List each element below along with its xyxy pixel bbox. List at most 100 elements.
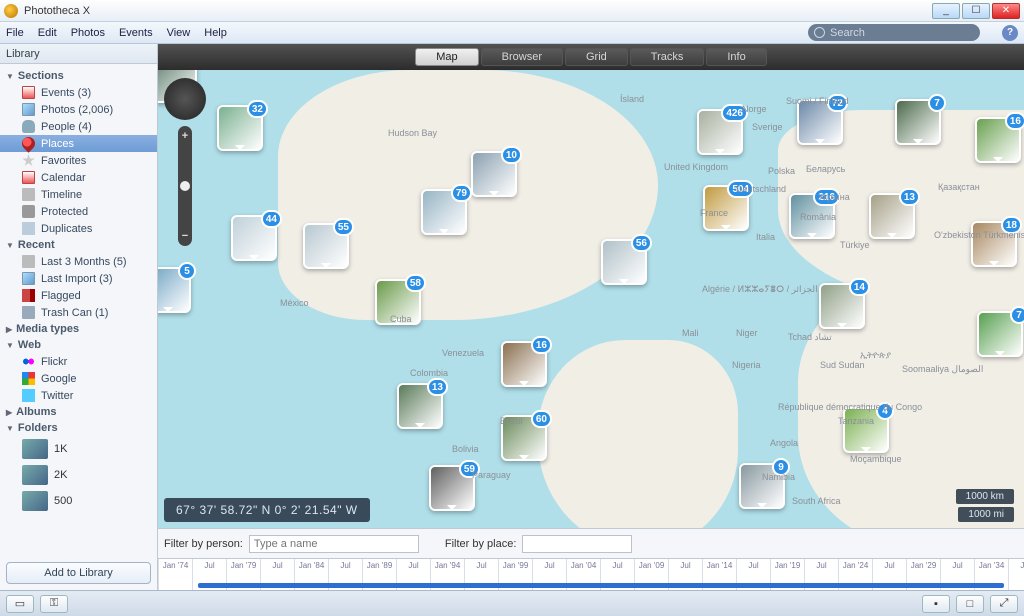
photo-pin[interactable]: 56 <box>601 239 647 285</box>
timeline-selected-range[interactable] <box>198 583 1004 588</box>
sidebar-item[interactable]: Trash Can (1) <box>0 304 157 321</box>
status-key-button[interactable]: ⚿ <box>40 595 68 613</box>
sidebar-folder[interactable]: 500 <box>0 488 157 514</box>
sidebar-item-icon <box>22 86 35 99</box>
sidebar-item[interactable]: Protected <box>0 203 157 220</box>
sidebar-item[interactable]: Calendar <box>0 169 157 186</box>
photo-pin[interactable]: 16 <box>501 341 547 387</box>
sidebar: Library ▼SectionsEvents (3)Photos (2,006… <box>0 44 158 590</box>
sidebar-item[interactable]: Last Import (3) <box>0 270 157 287</box>
search-input[interactable] <box>830 27 972 39</box>
sidebar-group[interactable]: ▼Recent <box>0 237 157 253</box>
menu-events[interactable]: Events <box>119 27 153 39</box>
photo-pin[interactable]: 426 <box>697 109 743 155</box>
sidebar-folder[interactable]: 2K <box>0 462 157 488</box>
menu-help[interactable]: Help <box>204 27 227 39</box>
map-label: France <box>700 208 728 218</box>
map-label: Bolivia <box>452 444 479 454</box>
sidebar-tree[interactable]: ▼Sections Events (3) Photos (2,006)People … <box>0 64 157 556</box>
sidebar-group[interactable]: ▼Sections <box>0 68 157 84</box>
sidebar-group[interactable]: ▶Albums <box>0 404 157 420</box>
window-minimize-button[interactable]: _ <box>932 3 960 19</box>
sidebar-item[interactable]: Events (3) <box>0 84 157 101</box>
photo-pin[interactable]: 4 <box>843 407 889 453</box>
zoom-out-icon[interactable]: − <box>182 230 188 242</box>
sidebar-item[interactable]: Photos (2,006) <box>0 101 157 118</box>
map-label: Suomi / Finland <box>786 96 849 106</box>
sidebar-item-label: Trash Can (1) <box>41 307 108 319</box>
tab-info[interactable]: Info <box>706 48 766 66</box>
sidebar-item[interactable]: Flickr <box>0 353 157 370</box>
search-box[interactable] <box>808 24 980 41</box>
status-thumbnail-button[interactable]: ▭ <box>6 595 34 613</box>
sidebar-item[interactable]: Google <box>0 370 157 387</box>
photo-pin[interactable]: 55 <box>303 223 349 269</box>
map-label: Angola <box>770 438 798 448</box>
pin-count-badge: 16 <box>1005 112 1024 130</box>
map-label: Türkiye <box>840 240 870 250</box>
zoom-in-icon[interactable]: + <box>182 130 188 142</box>
window-close-button[interactable]: ✕ <box>992 3 1020 19</box>
tab-tracks[interactable]: Tracks <box>630 48 705 66</box>
menu-edit[interactable]: Edit <box>38 27 57 39</box>
sidebar-item[interactable]: Flagged <box>0 287 157 304</box>
tab-grid[interactable]: Grid <box>565 48 628 66</box>
pin-count-badge: 32 <box>247 100 268 118</box>
pin-count-badge: 13 <box>427 378 448 396</box>
status-view2-button[interactable]: □ <box>956 595 984 613</box>
sidebar-item[interactable]: Twitter <box>0 387 157 404</box>
pin-count-badge: 79 <box>451 184 472 202</box>
status-fullscreen-button[interactable]: ⤢ <box>990 595 1018 613</box>
photo-pin[interactable]: 18 <box>971 221 1017 267</box>
map-compass[interactable] <box>164 78 206 120</box>
sidebar-group[interactable]: ▼Web <box>0 337 157 353</box>
sidebar-item[interactable]: Timeline <box>0 186 157 203</box>
menubar: File Edit Photos Events View Help ? <box>0 22 1024 44</box>
sidebar-item[interactable]: Favorites <box>0 152 157 169</box>
window-controls: _ ☐ ✕ <box>932 3 1020 19</box>
filter-place-input[interactable] <box>522 535 632 553</box>
menu-photos[interactable]: Photos <box>71 27 105 39</box>
help-icon[interactable]: ? <box>1002 25 1018 41</box>
sidebar-item[interactable]: Duplicates <box>0 220 157 237</box>
tab-map[interactable]: Map <box>415 48 478 66</box>
sidebar-folder[interactable]: 1K <box>0 436 157 462</box>
photo-pin[interactable]: 16 <box>975 117 1021 163</box>
photo-pin[interactable]: 10 <box>471 151 517 197</box>
photo-pin[interactable]: 79 <box>421 189 467 235</box>
status-view1-button[interactable]: ▪ <box>922 595 950 613</box>
sidebar-item[interactable]: Last 3 Months (5) <box>0 253 157 270</box>
photo-pin[interactable]: 7 <box>895 99 941 145</box>
timeline[interactable]: Jan '74JulJan '79JulJan '84JulJan '89Jul… <box>158 558 1024 590</box>
add-to-library-button[interactable]: Add to Library <box>6 562 151 584</box>
photo-pin[interactable]: 9 <box>739 463 785 509</box>
photo-pin[interactable]: 7 <box>977 311 1023 357</box>
sidebar-group[interactable]: ▶Media types <box>0 321 157 337</box>
sidebar-item[interactable]: People (4) <box>0 118 157 135</box>
map-label: Norge <box>742 104 767 114</box>
window-maximize-button[interactable]: ☐ <box>962 3 990 19</box>
photo-pin[interactable]: 32 <box>217 105 263 151</box>
pin-count-badge: 14 <box>849 278 870 296</box>
map-label: Polska <box>768 166 795 176</box>
map-canvas[interactable]: 3324267271610504792161318445556558147161… <box>158 70 1024 528</box>
menu-view[interactable]: View <box>167 27 191 39</box>
photo-pin[interactable]: 44 <box>231 215 277 261</box>
tab-browser[interactable]: Browser <box>481 48 563 66</box>
map-label: Namibia <box>762 472 795 482</box>
sidebar-item-icon <box>19 134 37 152</box>
photo-pin[interactable]: 14 <box>819 283 865 329</box>
map-label: Hudson Bay <box>388 128 437 138</box>
photo-pin[interactable]: 13 <box>397 383 443 429</box>
map-zoom-slider[interactable]: + − <box>178 126 192 246</box>
photo-pin[interactable]: 59 <box>429 465 475 511</box>
photo-pin[interactable]: 13 <box>869 193 915 239</box>
photo-pin[interactable]: 5 <box>158 267 191 313</box>
zoom-knob[interactable] <box>180 181 190 191</box>
sidebar-item-label: Events (3) <box>41 87 91 99</box>
pin-count-badge: 44 <box>261 210 282 228</box>
filter-person-input[interactable] <box>249 535 419 553</box>
sidebar-group[interactable]: ▼Folders <box>0 420 157 436</box>
menu-file[interactable]: File <box>6 27 24 39</box>
sidebar-item[interactable]: Places <box>0 135 157 152</box>
